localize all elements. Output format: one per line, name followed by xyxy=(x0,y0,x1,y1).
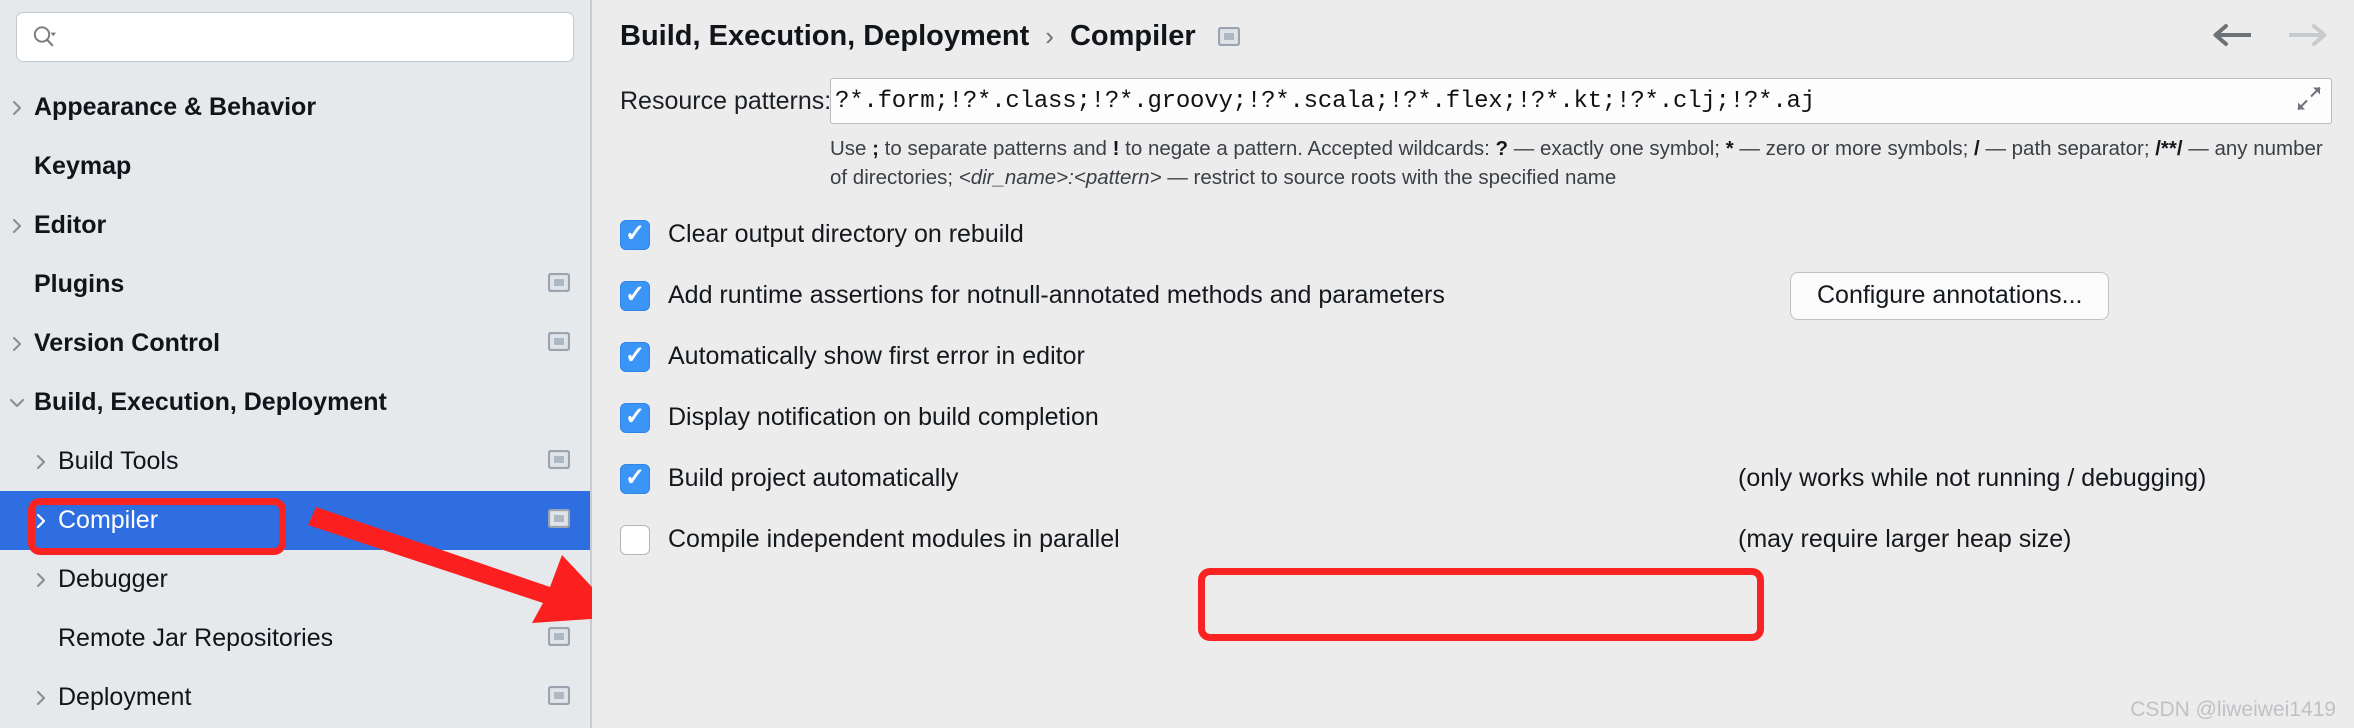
hint-text: to negate a pattern. Accepted wildcards: xyxy=(1119,137,1496,160)
option-row: ✓ Add runtime assertions for notnull-anno… xyxy=(620,265,2326,326)
checkbox-add-runtime-assertions-for-notnull-annotated-methods-and-parameters[interactable]: ✓ xyxy=(620,280,650,311)
option-row: ✓ Display notification on build completio… xyxy=(620,387,2326,448)
chevron-right-icon[interactable] xyxy=(0,98,34,118)
hint-token: ; xyxy=(872,137,879,160)
project-settings-icon xyxy=(547,331,571,356)
hint-text: — zero or more symbols; xyxy=(1733,137,1975,160)
check-icon: ✓ xyxy=(624,341,646,369)
sidebar-item-debugger[interactable]: Debugger xyxy=(0,550,590,609)
breadcrumb-item-current: Compiler xyxy=(1069,19,1196,52)
breadcrumb-separator: › xyxy=(1045,20,1054,51)
sidebar-item-label: Deployment xyxy=(58,683,192,711)
option-row: Compile independent modules in parallel (… xyxy=(620,509,2326,570)
resource-patterns-hint: Use ; to separate patterns and ! to nega… xyxy=(830,134,2354,192)
sidebar-item-label: Compiler xyxy=(58,506,159,534)
sidebar-item-appearance-behavior[interactable]: Appearance & Behavior xyxy=(0,78,590,137)
sidebar-item-label: Keymap xyxy=(34,152,132,180)
checkbox-compile-independent-modules-in-parallel[interactable] xyxy=(620,524,650,555)
chevron-right-icon[interactable] xyxy=(0,216,34,236)
sidebar-item-remote-jar-repositories[interactable]: Remote Jar Repositories xyxy=(0,609,590,668)
project-settings-icon xyxy=(547,272,571,297)
check-icon: ✓ xyxy=(624,463,646,491)
watermark: CSDN @liweiwei1419 xyxy=(2130,698,2336,721)
settings-sidebar: Appearance & Behavior Keymap Editor Plugins… xyxy=(0,0,620,728)
sidebar-item-label: Build, Execution, Deployment xyxy=(34,388,387,416)
checkbox-automatically-show-first-error-in-editor[interactable]: ✓ xyxy=(620,341,650,372)
chevron-right-icon[interactable] xyxy=(24,570,58,590)
navigation-arrows xyxy=(2210,22,2330,53)
sidebar-item-build-tools[interactable]: Build Tools xyxy=(0,432,590,491)
project-settings-icon xyxy=(547,508,571,533)
sidebar-item-deployment[interactable]: Deployment xyxy=(0,668,590,727)
hint-token: /**/ xyxy=(2155,137,2183,160)
search-area xyxy=(0,0,590,62)
option-label[interactable]: Display notification on build completion xyxy=(668,403,1099,432)
expand-diagonal-icon[interactable] xyxy=(2295,85,2323,118)
search-input[interactable] xyxy=(63,24,559,50)
build-project-automatically-highlight-annotation xyxy=(1198,568,1764,641)
resource-patterns-label: Resource patterns: xyxy=(620,86,832,115)
project-settings-icon xyxy=(547,449,571,474)
option-row: ✓ Build project automatically (only works … xyxy=(620,448,2326,509)
sidebar-item-label: Build Tools xyxy=(58,447,179,475)
compiler-options-list: ✓ Clear output directory on rebuild ✓ Add r… xyxy=(592,204,2354,570)
project-settings-icon xyxy=(1217,26,1240,46)
back-arrow-icon[interactable] xyxy=(2210,22,2254,53)
resource-patterns-row: Resource patterns: ?*.form;!?*.class;!?*… xyxy=(592,78,2354,124)
option-row: ✓ Clear output directory on rebuild xyxy=(620,204,2326,265)
sidebar-item-editor[interactable]: Editor xyxy=(0,196,590,255)
breadcrumb: Build, Execution, Deployment › Compiler xyxy=(592,0,2354,54)
option-label[interactable]: Automatically show first error in editor xyxy=(668,342,1085,371)
sidebar-item-build-execution-deployment[interactable]: Build, Execution, Deployment xyxy=(0,373,590,432)
search-box[interactable] xyxy=(16,12,574,62)
option-row: ✓ Automatically show first error in edito… xyxy=(620,326,2326,387)
sidebar-item-compiler[interactable]: Compiler xyxy=(0,491,590,550)
chevron-down-icon[interactable] xyxy=(0,393,34,413)
hint-token: ? xyxy=(1495,137,1509,160)
settings-dialog: Appearance & Behavior Keymap Editor Plugins… xyxy=(0,0,2354,728)
check-icon: ✓ xyxy=(624,219,646,247)
checkbox-display-notification-on-build-completion[interactable]: ✓ xyxy=(620,402,650,433)
chevron-right-icon[interactable] xyxy=(24,452,58,472)
sidebar-item-plugins[interactable]: Plugins xyxy=(0,255,590,314)
option-label[interactable]: Add runtime assertions for notnull-annot… xyxy=(668,281,1445,310)
sidebar-item-label: Editor xyxy=(34,211,107,239)
hint-text: — exactly one symbol; xyxy=(1508,137,1726,160)
resource-patterns-value: ?*.form;!?*.class;!?*.groovy;!?*.scala;!… xyxy=(835,87,1815,115)
project-settings-icon xyxy=(547,626,571,651)
hint-text: — restrict to source roots with the spec… xyxy=(1161,166,1617,190)
sidebar-item-label: Version Control xyxy=(34,329,221,357)
chevron-right-icon[interactable] xyxy=(24,511,58,531)
hint-text: — path separator; xyxy=(1979,137,2156,160)
option-label[interactable]: Compile independent modules in parallel xyxy=(668,525,1120,554)
sidebar-item-label: Debugger xyxy=(58,565,168,593)
checkbox-build-project-automatically[interactable]: ✓ xyxy=(620,463,650,494)
sidebar-item-version-control[interactable]: Version Control xyxy=(0,314,590,373)
hint-text: Use xyxy=(830,137,873,160)
check-icon: ✓ xyxy=(624,402,646,430)
settings-tree: Appearance & Behavior Keymap Editor Plugins… xyxy=(0,78,590,727)
chevron-right-icon[interactable] xyxy=(0,334,34,354)
settings-main-panel: Build, Execution, Deployment › Compiler xyxy=(592,0,2354,728)
sidebar-item-label: Remote Jar Repositories xyxy=(58,624,334,652)
breadcrumb-item-parent[interactable]: Build, Execution, Deployment xyxy=(620,20,1029,53)
option-label[interactable]: Clear output directory on rebuild xyxy=(668,220,1024,249)
option-label[interactable]: Build project automatically xyxy=(668,464,958,493)
hint-token-italic: <dir_name>:<pattern> xyxy=(958,166,1162,190)
sidebar-item-label: Appearance & Behavior xyxy=(34,93,317,121)
resource-patterns-input[interactable]: ?*.form;!?*.class;!?*.groovy;!?*.scala;!… xyxy=(830,78,2332,124)
search-icon xyxy=(31,24,57,50)
sidebar-item-label: Plugins xyxy=(34,270,125,298)
sidebar-item-keymap[interactable]: Keymap xyxy=(0,137,590,196)
hint-token: * xyxy=(1725,137,1734,160)
chevron-right-icon[interactable] xyxy=(24,688,58,708)
hint-text: to separate patterns and xyxy=(878,137,1113,160)
configure-annotations-button[interactable]: Configure annotations... xyxy=(1790,271,2110,320)
forward-arrow-icon xyxy=(2286,22,2330,53)
option-note: (only works while not running / debuggin… xyxy=(1738,464,2207,493)
check-icon: ✓ xyxy=(624,280,646,308)
option-note: (may require larger heap size) xyxy=(1738,525,2072,554)
project-settings-icon xyxy=(547,685,571,710)
checkbox-clear-output-directory-on-rebuild[interactable]: ✓ xyxy=(620,219,650,250)
